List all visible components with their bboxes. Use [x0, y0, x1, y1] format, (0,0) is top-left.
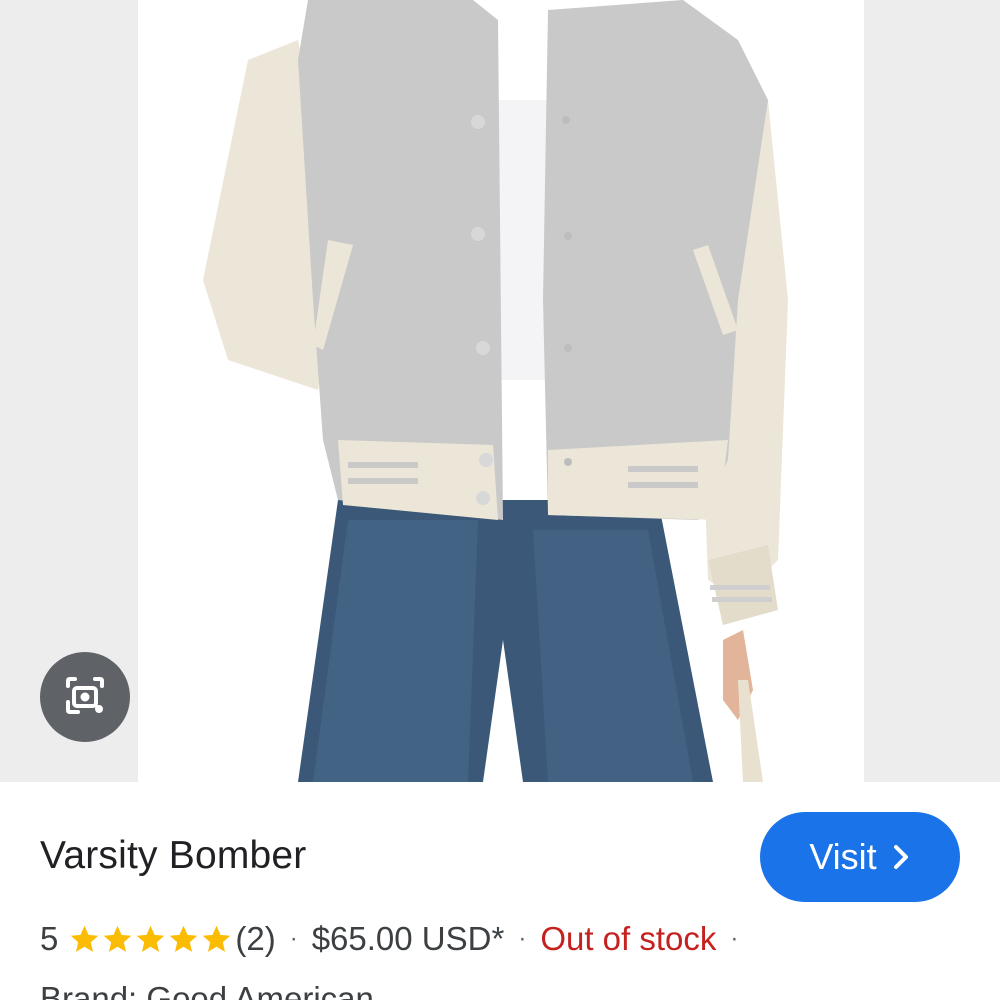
visit-button[interactable]: Visit: [760, 812, 960, 902]
camera-search-icon: [66, 677, 104, 714]
star-icon: [104, 925, 132, 952]
product-photo: [138, 0, 864, 782]
rating-value: 5: [40, 920, 59, 957]
star-icon: [203, 925, 231, 952]
chevron-right-icon: [893, 845, 908, 869]
visit-button-label: Visit: [809, 836, 877, 877]
product-image-area: [0, 0, 1000, 782]
product-meta-row: 5 (2) · $65.00 USD* · Out of stock ·: [40, 918, 752, 960]
star-icon: [71, 925, 99, 952]
separator-dot: ·: [289, 925, 298, 952]
rating-stars: [68, 923, 233, 956]
brand-line: Brand: Good American: [40, 980, 374, 1000]
product-result-page: Varsity Bomber Visit 5 (2) · $65.00 USD*…: [0, 0, 1000, 1000]
stock-status: Out of stock: [540, 920, 717, 957]
product-info: Varsity Bomber Visit 5 (2) · $65.00 USD*…: [0, 782, 1000, 1000]
price: $65.00 USD*: [311, 920, 505, 957]
product-image[interactable]: [138, 0, 864, 782]
star-icon: [170, 925, 198, 952]
lens-search-button[interactable]: [40, 652, 130, 742]
separator-dot: ·: [730, 925, 739, 952]
separator-dot: ·: [518, 925, 527, 952]
star-icon: [137, 925, 165, 952]
review-count[interactable]: (2): [235, 920, 275, 958]
product-title[interactable]: Varsity Bomber: [40, 834, 307, 878]
